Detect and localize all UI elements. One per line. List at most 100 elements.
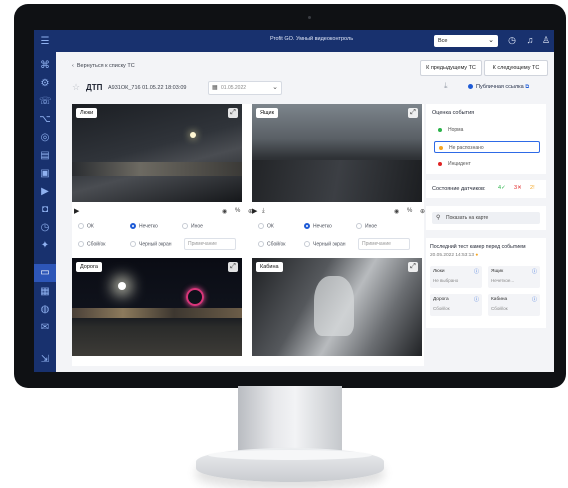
route-icon[interactable]: ⌥ [39, 114, 51, 126]
radio-ok[interactable]: ОК [78, 223, 94, 229]
camera-tile[interactable]: Дорога ⤢ [72, 258, 242, 356]
sensor-count: 3 [514, 185, 518, 191]
plate-and-time: А931ОК_716 01.05.22 18:03:09 [108, 85, 187, 91]
monitor-stand-foot-top [208, 450, 372, 460]
radio-label: Сбой/ок [267, 241, 286, 248]
camera-tile[interactable]: Люки ⤢ [72, 104, 242, 202]
next-vehicle-button[interactable]: К следующему ТС [484, 60, 548, 76]
option-label: Не распознано [449, 145, 484, 151]
camera-tile[interactable]: Ящик ⤢ [252, 104, 422, 202]
camera-grid: Люки ⤢ Ящик ⤢ ▶ ◉ % ⊕ ⤓ ▶ ◉ % ⊕ ОК Нечет… [72, 104, 425, 366]
radio-black-screen[interactable]: Черный экран [130, 241, 172, 247]
download-icon[interactable]: ⤓ [444, 81, 448, 91]
warning-icon: ● [475, 253, 479, 258]
radio-label: ОК [267, 223, 274, 230]
copy-icon[interactable]: ⧉ [525, 84, 529, 90]
sensor-error-count[interactable]: 3✕ [514, 185, 522, 191]
monitor-icon[interactable]: ▭ [39, 267, 51, 279]
map-icon[interactable]: ⌘ [39, 60, 51, 72]
comment-input[interactable]: Примечание [184, 238, 236, 250]
map-label: Показать на карте [446, 215, 489, 221]
status-dot [439, 146, 443, 150]
settings-icon[interactable]: ✦ [39, 240, 51, 252]
date-value: 01.05.2022 [221, 85, 247, 91]
radio-label: ОК [87, 223, 94, 230]
back-link[interactable]: ‹ Вернуться к списку ТС [72, 63, 135, 69]
public-link-toggle[interactable]: Публичная ссылка ⧉ [468, 84, 529, 91]
bell-icon[interactable]: ♫ [524, 34, 536, 46]
info-icon[interactable]: ⓘ [474, 268, 479, 275]
cell-status: Сбой/ок [491, 306, 508, 311]
snapshot-icon[interactable]: ◉ [394, 208, 399, 215]
radio-unclear[interactable]: Нечетко [304, 223, 332, 229]
app-title: Profit GO. Умный видеоконтроль [270, 36, 354, 42]
radio-unclear[interactable]: Нечетко [130, 223, 158, 229]
grid-icon[interactable]: ▦ [39, 286, 51, 298]
zoom-icon[interactable]: ⊕ [420, 208, 425, 215]
camera-label: Ящик [256, 108, 278, 118]
camera-label: Люки [76, 108, 98, 118]
truck-icon[interactable]: ▣ [39, 168, 51, 180]
radio-label: Нечетко [139, 223, 158, 230]
download-icon[interactable]: ⤓ [262, 208, 265, 215]
play-icon[interactable]: ▶ [252, 207, 257, 215]
clock-icon[interactable]: ◷ [506, 34, 518, 46]
video-icon[interactable]: ▶ [39, 186, 51, 198]
sensor-warning-count[interactable]: 2! [530, 185, 535, 191]
menu-icon[interactable]: ☰ [39, 36, 51, 48]
prev-vehicle-button[interactable]: К предыдущему ТС [420, 60, 482, 76]
date-picker[interactable]: ▦ 01.05.2022 ⌄ [208, 81, 282, 95]
expand-icon[interactable]: ⤢ [228, 262, 238, 272]
wheel-icon[interactable]: ◎ [39, 132, 51, 144]
test-cell[interactable]: Кабина Сбой/ок ⓘ [488, 294, 540, 316]
rating-option-normal[interactable]: Норма [434, 124, 540, 136]
gear-icon[interactable]: ⚙ [39, 78, 51, 90]
sensor-ok-count[interactable]: 4✓ [498, 185, 506, 191]
chart-icon[interactable]: ▤ [39, 150, 51, 162]
radio-ok[interactable]: ОК [258, 223, 274, 229]
option-label: Норма [448, 127, 464, 133]
chevron-down-icon: ⌄ [488, 37, 494, 44]
speed-icon[interactable]: % [407, 208, 412, 214]
radio-black-screen[interactable]: Черный экран [304, 241, 346, 247]
expand-icon[interactable]: ⤢ [408, 108, 418, 118]
radio-rejected[interactable]: Сбой/ок [78, 241, 105, 247]
map-card: ⚲ Показать на карте [426, 206, 546, 230]
radio-label: Иное [191, 223, 203, 230]
camera-tile[interactable]: Кабина ⤢ [252, 258, 422, 356]
arrow-icon[interactable]: ⇲ [39, 354, 51, 366]
test-cell[interactable]: Дорога Сбой/ок ⓘ [430, 294, 482, 316]
speed-icon[interactable]: % [235, 208, 240, 214]
radio-circle [130, 223, 136, 229]
radio-rejected[interactable]: Сбой/ок [258, 241, 285, 247]
snapshot-icon[interactable]: ◉ [222, 208, 227, 215]
radio-other[interactable]: Иное [356, 223, 377, 229]
radio-other[interactable]: Иное [182, 223, 203, 229]
calendar-icon: ▦ [212, 85, 218, 91]
expand-icon[interactable]: ⤢ [228, 108, 238, 118]
globe-icon[interactable]: ◍ [39, 304, 51, 316]
info-icon[interactable]: ⓘ [532, 268, 537, 275]
rating-option-incident[interactable]: Инцидент [434, 158, 540, 170]
expand-icon[interactable]: ⤢ [408, 262, 418, 272]
play-icon[interactable]: ▶ [74, 207, 79, 215]
sensor-count: 4 [498, 185, 502, 191]
sensors-title: Состояние датчиков: [432, 186, 486, 192]
info-icon[interactable]: ⓘ [532, 296, 537, 303]
lock-icon[interactable]: ◘ [39, 204, 51, 216]
phone-icon[interactable]: ☏ [39, 96, 52, 108]
message-icon[interactable]: ✉ [39, 322, 51, 334]
rating-option-unrecognized[interactable]: Не распознано [434, 141, 540, 153]
cell-status: Нечеткое... [491, 278, 515, 283]
test-cell[interactable]: Люки Не выбрано ⓘ [430, 266, 482, 288]
comment-input[interactable]: Примечание [358, 238, 410, 250]
info-icon[interactable]: ⓘ [474, 296, 479, 303]
user-icon[interactable]: ♙ [540, 34, 552, 46]
camera-image-detail [72, 162, 242, 176]
clock-icon[interactable]: ◷ [39, 222, 51, 234]
star-icon[interactable]: ☆ [72, 82, 80, 93]
camera-image-detail [314, 276, 354, 336]
show-on-map-button[interactable]: ⚲ Показать на карте [432, 212, 540, 224]
test-cell[interactable]: Ящик Нечеткое... ⓘ [488, 266, 540, 288]
vehicle-filter-select[interactable]: Все ⌄ [434, 35, 498, 47]
